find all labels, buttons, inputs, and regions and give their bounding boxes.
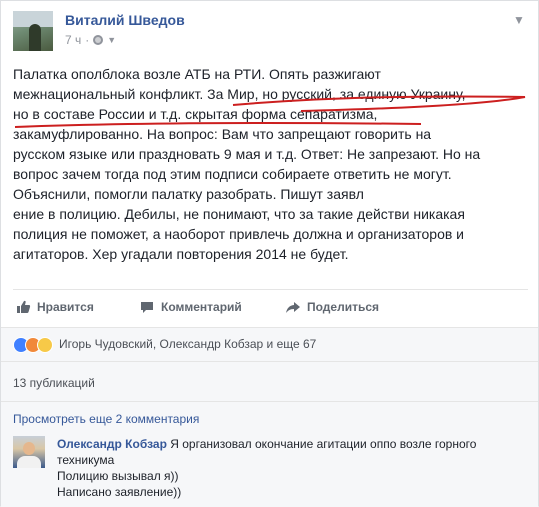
share-label: Поделиться — [307, 300, 380, 314]
post-line: но в составе России и т.д. скрытая форма… — [13, 106, 378, 122]
comment-text-line: Написано заявление)) — [57, 485, 182, 499]
post-text: Палатка ополблока возле АТБ на РТИ. Опят… — [13, 64, 531, 264]
post-card: Виталий Шведов 7 ч · ▼ ▼ Палатка ополбло… — [0, 0, 539, 507]
author-avatar[interactable] — [13, 11, 53, 51]
like-button[interactable]: Нравится — [15, 298, 94, 316]
post-line: Объяснили, помогли палатку разобрать. Пи… — [13, 186, 364, 202]
post-header: Виталий Шведов 7 ч · ▼ ▼ — [13, 11, 528, 55]
post-line: агитаторов. Хер угадали повторения 2014 … — [13, 246, 349, 262]
like-label: Нравится — [37, 300, 94, 314]
comment-button[interactable]: Комментарий — [139, 298, 242, 316]
chevron-down-icon[interactable]: ▼ — [512, 13, 526, 27]
post-line: Палатка ополблока возле АТБ на РТИ. Опят… — [13, 66, 381, 82]
author-name[interactable]: Виталий Шведов — [65, 12, 185, 28]
comment-body: Олександр Кобзар Я организовал окончание… — [57, 436, 527, 500]
view-more-comments-link[interactable]: Просмотреть еще 2 комментария — [13, 412, 199, 426]
share-icon — [286, 302, 300, 313]
view-more-comments-row: Просмотреть еще 2 комментария — [1, 401, 538, 431]
commenter-avatar[interactable] — [13, 436, 45, 468]
comment-text-line: техникума — [57, 453, 115, 467]
globe-icon[interactable] — [93, 35, 104, 45]
reactions-bar[interactable]: Игорь Чудовский, Олександр Кобзар и еще … — [1, 327, 538, 361]
comment-text-line: Я организовал окончание агитации оппо во… — [170, 437, 477, 451]
reactions-summary[interactable]: Игорь Чудовский, Олександр Кобзар и еще … — [59, 337, 316, 351]
post-actions: Нравится Комментарий Поделиться — [13, 289, 528, 321]
share-button[interactable]: Поделиться — [285, 298, 379, 316]
audience-chevron-icon[interactable]: ▼ — [107, 35, 116, 45]
post-line: ение в полицию. Дебилы, не понимают, что… — [13, 206, 465, 222]
post-timestamp[interactable]: 7 ч — [65, 33, 81, 47]
post-line: закамуфлированно. На вопрос: Вам что зап… — [13, 126, 432, 142]
comment-label: Комментарий — [161, 300, 242, 314]
wow-reaction-icon — [37, 337, 53, 353]
comment-icon — [141, 302, 153, 313]
shares-count[interactable]: 13 публикаций — [13, 376, 95, 390]
comment-item: Олександр Кобзар Я организовал окончание… — [1, 431, 538, 507]
post-line: полиция не поможет, а наоборот привлечь … — [13, 226, 465, 242]
thumbs-up-icon — [17, 300, 31, 313]
comment-text-line: Полицию вызывал я)) — [57, 469, 179, 483]
comment-author[interactable]: Олександр Кобзар — [57, 437, 167, 451]
post-line: вопрос зачем тогда под этим подписи соби… — [13, 166, 452, 182]
post-line: межнациональный конфликт. За Мир, но рус… — [13, 86, 466, 102]
post-meta: 7 ч · ▼ — [65, 33, 117, 47]
shares-row: 13 публикаций — [1, 361, 538, 401]
post-line: русском языке или праздновать 9 мая и т.… — [13, 146, 481, 162]
